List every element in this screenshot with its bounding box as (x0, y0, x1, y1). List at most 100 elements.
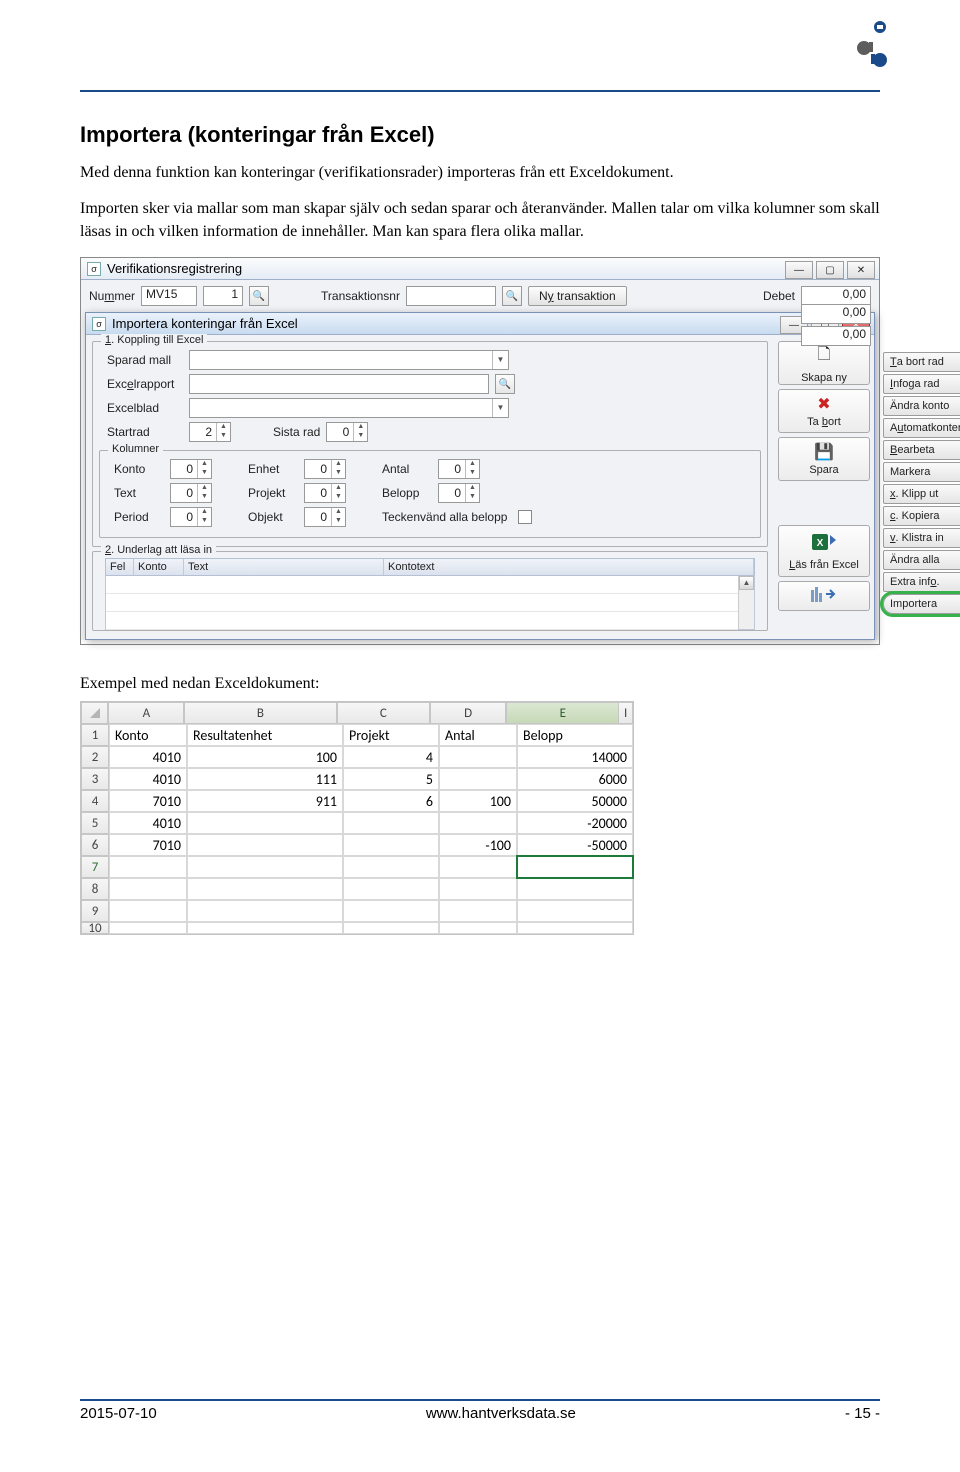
excel-cell[interactable]: Projekt (343, 724, 439, 746)
excel-col-C[interactable]: C (337, 702, 431, 724)
extra-info-button[interactable]: Extra info. (883, 572, 960, 592)
klipp-ut-button[interactable]: x. Klipp ut (883, 484, 960, 504)
excel-cell[interactable] (109, 878, 187, 900)
excel-cell[interactable] (187, 812, 343, 834)
excel-cell[interactable]: 7010 (109, 790, 187, 812)
maximize-button[interactable]: ▢ (816, 261, 844, 279)
projekt-spinner[interactable]: 0▲▼ (304, 483, 346, 503)
excel-cell[interactable] (109, 900, 187, 922)
andra-konto-button[interactable]: Ändra konto (883, 396, 960, 416)
excel-col-A[interactable]: A (108, 702, 184, 724)
excel-cell[interactable]: 100 (187, 746, 343, 768)
ny-transaktion-button[interactable]: Ny transaktion (528, 286, 627, 306)
chart-icon-button[interactable] (778, 581, 870, 611)
excel-cell[interactable]: 50000 (517, 790, 633, 812)
excel-cell[interactable]: 4010 (109, 812, 187, 834)
excel-cell[interactable]: 4 (343, 746, 439, 768)
excel-cell[interactable] (517, 900, 633, 922)
excel-row-3[interactable]: 3 (81, 768, 109, 790)
excel-cell[interactable]: 6000 (517, 768, 633, 790)
objekt-spinner[interactable]: 0▲▼ (304, 507, 346, 527)
excel-cell[interactable] (439, 746, 517, 768)
excel-cell[interactable] (439, 768, 517, 790)
importera-button[interactable]: Importera (883, 594, 960, 614)
excel-cell[interactable]: 7010 (109, 834, 187, 856)
sista-rad-spinner[interactable]: 0▲▼ (326, 422, 368, 442)
klistra-in-button[interactable]: v. Klistra in (883, 528, 960, 548)
excelrapport-search-icon[interactable]: 🔍 (495, 374, 515, 394)
excelrapport-input[interactable] (189, 374, 489, 394)
excel-cell[interactable] (343, 922, 439, 934)
excel-row-6[interactable]: 6 (81, 834, 109, 856)
nummer-search-icon[interactable]: 🔍 (249, 286, 269, 306)
grid-body[interactable]: ▲ (105, 576, 755, 630)
excel-row-9[interactable]: 9 (81, 900, 109, 922)
excel-row-7[interactable]: 7 (81, 856, 109, 878)
kopiera-button[interactable]: c. Kopiera (883, 506, 960, 526)
enhet-spinner[interactable]: 0▲▼ (304, 459, 346, 479)
excel-row-5[interactable]: 5 (81, 812, 109, 834)
excel-cell[interactable]: 5 (343, 768, 439, 790)
excel-cell[interactable]: Resultatenhet (187, 724, 343, 746)
excel-cell[interactable] (517, 878, 633, 900)
excel-cell[interactable] (439, 856, 517, 878)
excel-row-10[interactable]: 10 (81, 922, 109, 934)
nummer-seq-input[interactable]: 1 (203, 286, 243, 306)
excel-cell[interactable]: 14000 (517, 746, 633, 768)
excel-cell[interactable] (187, 922, 343, 934)
excel-cell[interactable]: -100 (439, 834, 517, 856)
excel-cell[interactable] (439, 812, 517, 834)
excel-col-E[interactable]: E (506, 702, 619, 724)
excel-row-1[interactable]: 1 (81, 724, 109, 746)
minimize-button[interactable]: — (785, 261, 813, 279)
excel-cell[interactable]: -20000 (517, 812, 633, 834)
excel-cell[interactable]: 4010 (109, 746, 187, 768)
excel-cell[interactable] (109, 856, 187, 878)
antal-spinner[interactable]: 0▲▼ (438, 459, 480, 479)
excel-row-8[interactable]: 8 (81, 878, 109, 900)
ta-bort-button[interactable]: ✖ Ta bort (778, 389, 870, 433)
excelblad-combo[interactable]: ▼ (189, 398, 509, 418)
transnr-input[interactable] (406, 286, 496, 306)
belopp-spinner[interactable]: 0▲▼ (438, 483, 480, 503)
excel-cell[interactable]: -50000 (517, 834, 633, 856)
excel-cell[interactable] (343, 812, 439, 834)
ta-bort-rad-button[interactable]: Ta bort rad (883, 352, 960, 372)
excel-cell[interactable]: Konto (109, 724, 187, 746)
konto-spinner[interactable]: 0▲▼ (170, 459, 212, 479)
infoga-rad-button[interactable]: Infoga rad (883, 374, 960, 394)
excel-cell[interactable]: Belopp (517, 724, 633, 746)
spara-button[interactable]: 💾 Spara (778, 437, 870, 481)
excel-cell[interactable]: 111 (187, 768, 343, 790)
excel-select-all[interactable] (81, 702, 108, 724)
las-fran-excel-button[interactable]: X Läs från Excel (778, 525, 870, 577)
startrad-spinner[interactable]: 2▲▼ (189, 422, 231, 442)
excel-cell[interactable] (517, 922, 633, 934)
excel-col-B[interactable]: B (184, 702, 336, 724)
excel-cell[interactable]: Antal (439, 724, 517, 746)
excel-cell[interactable]: 4010 (109, 768, 187, 790)
period-spinner[interactable]: 0▲▼ (170, 507, 212, 527)
excel-col-I[interactable]: I (619, 702, 633, 724)
excel-row-2[interactable]: 2 (81, 746, 109, 768)
sparad-mall-combo[interactable]: ▼ (189, 350, 509, 370)
excel-cell[interactable] (187, 900, 343, 922)
excel-cell[interactable]: 6 (343, 790, 439, 812)
excel-col-D[interactable]: D (430, 702, 506, 724)
excel-cell[interactable]: 100 (439, 790, 517, 812)
skapa-ny-button[interactable]: 🗋 Skapa ny (778, 341, 870, 385)
excel-cell[interactable] (109, 922, 187, 934)
excel-cell[interactable] (187, 878, 343, 900)
transnr-search-icon[interactable]: 🔍 (502, 286, 522, 306)
andra-alla-button[interactable]: Ändra alla (883, 550, 960, 570)
excel-cell[interactable]: 911 (187, 790, 343, 812)
excel-cell[interactable] (343, 856, 439, 878)
excel-row-4[interactable]: 4 (81, 790, 109, 812)
automatkontera-button[interactable]: Automatkontera (883, 418, 960, 438)
teckenvand-checkbox[interactable] (518, 510, 532, 524)
close-button[interactable]: ✕ (847, 261, 875, 279)
excel-active-cell[interactable] (517, 856, 633, 878)
markera-button[interactable]: Markera (883, 462, 960, 482)
excel-cell[interactable] (187, 856, 343, 878)
nummer-series-input[interactable]: MV15 (141, 286, 197, 306)
